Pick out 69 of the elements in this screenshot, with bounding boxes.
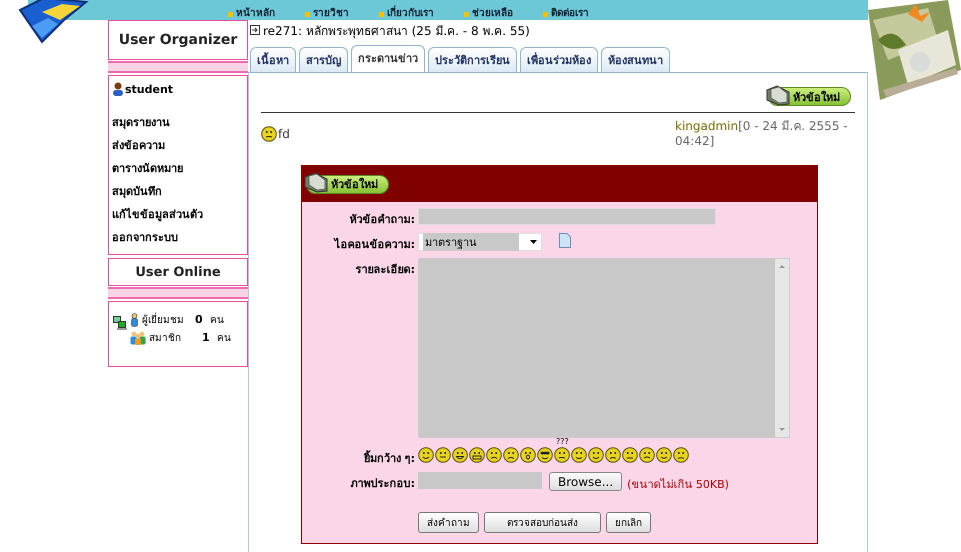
menu-item[interactable]: ส่งข้อความ (112, 136, 244, 154)
document-icon (559, 233, 571, 248)
count-unit: คน (210, 314, 224, 327)
smiley-icon[interactable] (503, 447, 519, 463)
menu-item[interactable]: ตารางนัดหมาย (112, 159, 244, 177)
tab[interactable]: เนื้อหา (250, 47, 296, 72)
smiley-icon[interactable] (452, 447, 468, 463)
field-label: หัวข้อคำถาม: (348, 212, 415, 228)
tab[interactable]: สารบัญ (299, 47, 348, 72)
smiley-icon[interactable] (605, 447, 621, 463)
person-icon (130, 312, 139, 326)
nav-link[interactable]: หน้าหลัก (228, 8, 275, 20)
nav-link[interactable]: รายวิชา (305, 8, 349, 20)
smiley-icon[interactable] (588, 447, 604, 463)
smiley-icon[interactable] (656, 447, 672, 463)
online-count: 1 (202, 331, 211, 344)
file-field[interactable] (418, 472, 542, 489)
smiley-icon[interactable] (639, 447, 655, 463)
nav-link[interactable]: เกี่ยวกับเรา (379, 8, 434, 20)
smiley-icon[interactable] (571, 447, 587, 463)
tab[interactable]: กระดานข่าว (351, 45, 425, 72)
tab[interactable]: ห้องสนทนา (601, 47, 670, 72)
field-label: ภาพประกอบ: (350, 476, 415, 492)
field-label: ยิ้มกว้าง ๆ: (362, 449, 415, 467)
nav-link[interactable]: ติดต่อเรา (543, 8, 589, 20)
size-note: (ขนาดไม่เกิน 50KB) (627, 477, 729, 493)
smiley-caption: ??? (556, 437, 569, 446)
online-label: สมาชิก (149, 332, 182, 345)
field-label: ไอคอนข้อความ: (332, 236, 415, 253)
smiley-icon[interactable] (435, 447, 451, 463)
smiley-icon[interactable] (469, 447, 485, 463)
tab[interactable]: ประวัติการเรียน (428, 47, 517, 72)
menu-item[interactable]: ออกจากระบบ (112, 228, 244, 246)
tab[interactable]: เพื่อนร่วมห้อง (520, 47, 598, 72)
form-button[interactable]: ตรวจสอบก่อนส่ง (484, 512, 601, 533)
nav-link[interactable]: ช่วยเหลือ (464, 8, 513, 20)
browse-button[interactable]: Browse... (549, 472, 622, 491)
field-label: รายละเอียด: (354, 262, 415, 278)
count-unit: คน (217, 332, 231, 345)
subject-field[interactable] (418, 208, 716, 225)
smiley-icon[interactable] (520, 447, 536, 463)
people-icon (130, 330, 146, 344)
smiley-icon[interactable] (486, 447, 502, 463)
form-button[interactable]: ส่งคำถาม (418, 512, 479, 533)
online-count: 0 (195, 313, 204, 326)
smiley-icon[interactable] (537, 447, 553, 463)
smiley-icon[interactable] (554, 447, 570, 463)
online-label: ผู้เยี่ยมชม (142, 312, 192, 327)
online-title: User Online (108, 258, 248, 286)
post-title[interactable]: fd (278, 127, 290, 141)
icon-dropdown[interactable]: มาตราฐาน (418, 233, 542, 251)
new-topic-button[interactable]: หัวข้อใหม่ (768, 87, 851, 106)
menu-item[interactable]: สมุดบันทึก (112, 182, 244, 200)
course-title: re271: หลักพระพุทธศาสนา (25 มี.ค. - 8 พ.ค. 55) (263, 22, 530, 40)
organizer-title: User Organizer (108, 20, 248, 60)
menu-item[interactable]: สมุดรายงาน (112, 113, 244, 131)
menu-item[interactable]: แก้ไขข้อมูลส่วนตัว (112, 205, 244, 223)
form-button[interactable]: ยกเลิก (606, 512, 651, 533)
smiley-icon[interactable] (622, 447, 638, 463)
exit-icon (250, 25, 260, 35)
caret-icon (530, 240, 537, 244)
smiley-icon[interactable] (673, 447, 689, 463)
smiley-icon[interactable] (261, 126, 277, 142)
smiley-icon[interactable] (418, 447, 434, 463)
post-meta: kingadmin[0 - 24 มี.ค. 2555 - 04:42] (675, 119, 849, 149)
username: student (125, 82, 174, 96)
user-icon (112, 82, 124, 96)
computers-icon (113, 316, 127, 330)
new-topic-button[interactable]: หัวข้อใหม่ (306, 174, 389, 194)
